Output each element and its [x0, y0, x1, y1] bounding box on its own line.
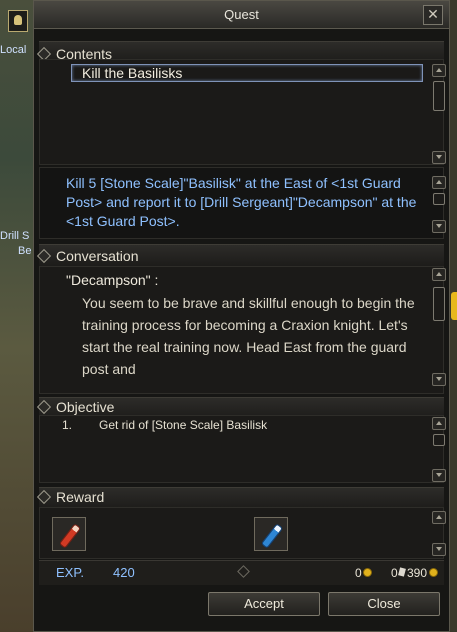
- reward-heading: Reward: [36, 489, 105, 507]
- blue-potion-icon: [260, 523, 284, 549]
- quest-window: Quest ✕ Contents Kill the Basilisks Kill…: [33, 0, 450, 632]
- quest-name: Kill the Basilisks: [82, 65, 183, 81]
- contents-scrollbar[interactable]: [432, 64, 446, 164]
- scroll-thumb[interactable]: [433, 287, 445, 321]
- quest-list-item[interactable]: Kill the Basilisks: [71, 64, 423, 82]
- description-scrollbar[interactable]: [432, 176, 446, 236]
- npc-name: "Decampson" :: [66, 272, 159, 288]
- red-potion-icon: [58, 523, 82, 549]
- reward-scrollbar[interactable]: [432, 511, 446, 557]
- copper-coin-icon: [429, 568, 438, 577]
- scroll-down-icon[interactable]: [432, 469, 446, 482]
- exp-value: 420: [113, 565, 135, 580]
- conversation-scrollbar[interactable]: [432, 268, 446, 388]
- conversation-text: You seem to be brave and skillful enough…: [82, 295, 415, 377]
- close-button[interactable]: Close: [328, 592, 440, 616]
- background-label: Local: [0, 44, 27, 56]
- scroll-up-icon[interactable]: [432, 176, 446, 189]
- accept-button[interactable]: Accept: [208, 592, 320, 616]
- scroll-thumb[interactable]: [433, 434, 445, 446]
- silver-amount: 0: [391, 566, 398, 580]
- scroll-thumb[interactable]: [433, 193, 445, 205]
- scroll-up-icon[interactable]: [432, 268, 446, 281]
- window-title: Quest: [224, 7, 259, 22]
- title-bar[interactable]: Quest ✕: [34, 1, 449, 29]
- minimap-gem: [451, 292, 457, 320]
- close-icon[interactable]: ✕: [423, 5, 443, 25]
- scroll-up-icon[interactable]: [432, 64, 446, 77]
- reward-label: Reward: [56, 489, 105, 505]
- gold-coin-icon: [363, 568, 372, 577]
- scroll-down-icon[interactable]: [432, 151, 446, 164]
- background-label: Drill S: [0, 230, 30, 242]
- party-avatar: [8, 10, 28, 32]
- gold-amount: 0: [355, 566, 362, 580]
- background-label: Be: [18, 245, 32, 257]
- objective-text: Get rid of [Stone Scale] Basilisk: [99, 418, 268, 432]
- objective-label: Objective: [56, 399, 115, 415]
- scroll-up-icon[interactable]: [432, 417, 446, 430]
- reward-panel: [39, 507, 444, 559]
- reward-item-slot[interactable]: [52, 517, 86, 551]
- scroll-down-icon[interactable]: [432, 543, 446, 556]
- objective-number: 1.: [62, 418, 73, 432]
- reward-item-slot[interactable]: [254, 517, 288, 551]
- quest-description: Kill 5 [Stone Scale]"Basilisk" at the Ea…: [66, 175, 417, 229]
- scroll-thumb[interactable]: [433, 81, 445, 111]
- exp-label: EXP.: [56, 565, 84, 580]
- conversation-heading: Conversation: [36, 248, 139, 266]
- objective-scrollbar[interactable]: [432, 417, 446, 482]
- scroll-down-icon[interactable]: [432, 220, 446, 233]
- scroll-down-icon[interactable]: [432, 373, 446, 386]
- copper-amount: 390: [407, 566, 428, 580]
- scroll-up-icon[interactable]: [432, 511, 446, 524]
- conversation-label: Conversation: [56, 248, 139, 264]
